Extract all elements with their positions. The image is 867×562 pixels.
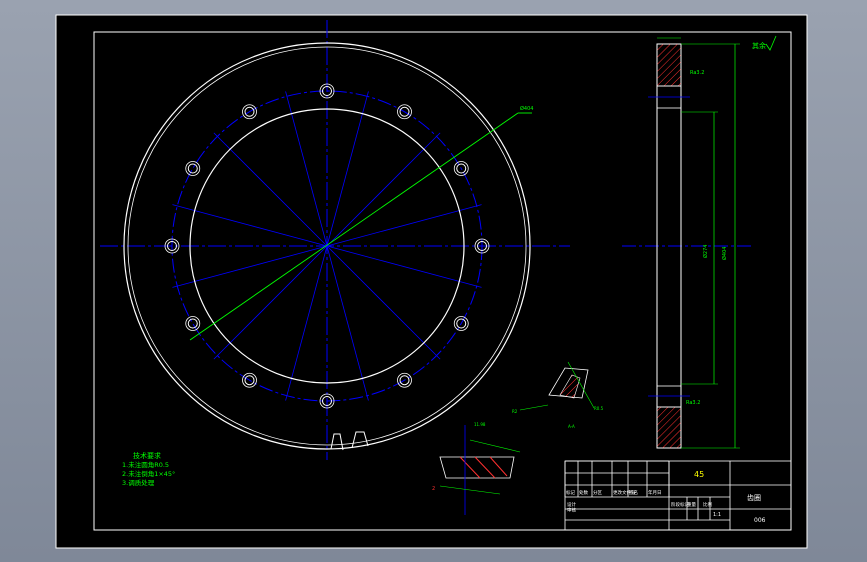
engineering-drawing[interactable]: Ø404 Ø404 Ø274 Ra3.2 Ra3.2 其余 R2 R0.5 A-…	[0, 0, 867, 562]
tech-req-title: 技术要求	[133, 451, 161, 460]
svg-text:11.98: 11.98	[474, 422, 486, 427]
tech-req-line-2: 2.未注倒角1×45°	[122, 469, 175, 478]
svg-text:R2: R2	[512, 409, 518, 414]
roughness-note: 其余	[752, 41, 766, 50]
svg-text:2: 2	[432, 486, 435, 492]
svg-text:A-A: A-A	[568, 424, 575, 429]
title-block-sign-label: 审核	[567, 507, 576, 514]
scale-label: 1:1	[713, 512, 721, 518]
svg-text:Ra3.2: Ra3.2	[686, 400, 700, 406]
tech-req-line-1: 1.未注圆角R0.5	[122, 460, 169, 469]
section-hatch-bottom	[656, 406, 682, 449]
section-hatch-top	[656, 43, 682, 87]
title-block-header: 签名	[629, 489, 638, 496]
title-block-header: 年月日	[648, 489, 662, 496]
tech-req-line-3: 3.调质处理	[122, 478, 155, 487]
title-block-header: 处数	[579, 489, 588, 496]
title-block-sign-label: 设计	[567, 501, 576, 508]
cad-viewport[interactable]: Ø404 Ø404 Ø274 Ra3.2 Ra3.2 其余 R2 R0.5 A-…	[0, 0, 867, 562]
svg-text:Ø404: Ø404	[520, 105, 533, 112]
title-block-header: 分区	[593, 489, 602, 496]
svg-text:Ra3.2: Ra3.2	[690, 70, 704, 76]
svg-text:Ø404: Ø404	[721, 247, 728, 260]
title-block-header: 标记	[566, 489, 575, 496]
svg-text:Ø274: Ø274	[702, 245, 709, 258]
material-label: 45	[694, 470, 704, 479]
part-name-label: 齿圈	[747, 494, 761, 502]
svg-text:R0.5: R0.5	[594, 406, 604, 411]
title-block-stage-label: 比例	[703, 501, 712, 508]
drawing-number: 006	[754, 517, 766, 524]
title-block-stage-label: 重量	[687, 501, 696, 508]
